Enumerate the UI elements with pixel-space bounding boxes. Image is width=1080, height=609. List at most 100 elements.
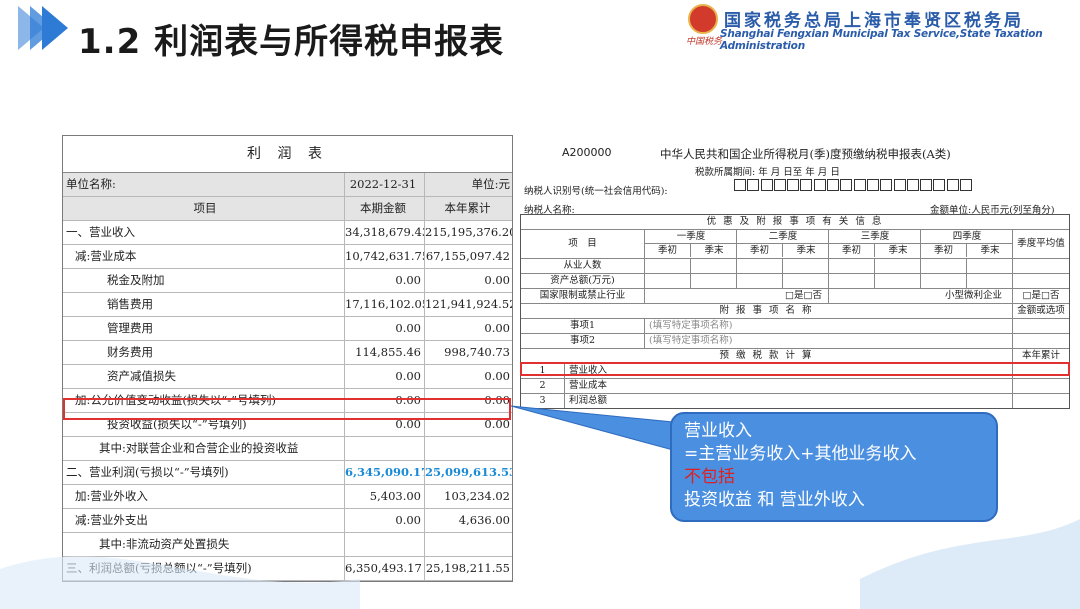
form-period: 税款所属期间: 年 月 日至 年 月 日	[695, 167, 840, 178]
q1-header: 一季度	[645, 230, 736, 244]
table-row: 销售费用 17,116,102.05 121,941,924.52	[63, 293, 512, 317]
table-row: 二、营业利润(亏损以“-”号填列) 6,345,090.17 25,099,613.…	[63, 461, 512, 485]
avg-label: 季度平均值	[1017, 238, 1065, 249]
section1-title: 优 惠 及 附 报 事 项 有 关 信 息	[706, 216, 884, 227]
item1-hint[interactable]: (填写特定事项名称)	[645, 319, 1013, 333]
q2-end: 季末	[796, 245, 816, 256]
id-digit-box[interactable]	[787, 179, 800, 191]
id-digit-box[interactable]	[853, 179, 866, 191]
id-digit-box[interactable]	[920, 179, 933, 191]
item2-label: 事项2	[521, 334, 645, 348]
id-digit-box[interactable]	[760, 179, 773, 191]
taxpayer-id-label: 纳税人识别号(统一社会信用代码):	[524, 186, 668, 197]
row-ytd-amount: 0.00	[484, 369, 510, 383]
row-label: 资产减值损失	[63, 365, 345, 388]
row-label: 财务费用	[63, 341, 345, 364]
row-ytd-amount: 0.00	[484, 273, 510, 287]
row-current-amount	[345, 437, 425, 460]
slide-title: 1.2 利润表与所得税申报表	[78, 22, 505, 62]
id-digit-box[interactable]	[880, 179, 893, 191]
wave-decoration	[0, 519, 1080, 609]
row-current-amount: 0.00	[345, 317, 425, 340]
row-current-amount: 10,742,631.75	[345, 245, 425, 268]
amount-option-label: 金额或选项	[1017, 305, 1065, 316]
row-current-amount: 0.00	[345, 269, 425, 292]
table-row: 其中:对联营企业和合营企业的投资收益	[63, 437, 512, 461]
taxpayer-id-boxes	[734, 179, 973, 191]
row-ytd-amount: 25,099,613.53	[425, 465, 512, 479]
row-ytd-amount: 121,941,924.52	[425, 297, 512, 311]
statement-date: 2022-12-31	[345, 173, 425, 196]
q1-end: 季末	[704, 245, 724, 256]
q4-end: 季末	[980, 245, 1000, 256]
q2-header: 二季度	[737, 230, 828, 244]
row-label: 管理费用	[63, 317, 345, 340]
id-digit-box[interactable]	[906, 179, 919, 191]
table-row: 税金及附加 0.00 0.00	[63, 269, 512, 293]
row-current-amount: 0.00	[345, 365, 425, 388]
q3-start: 季初	[829, 244, 875, 257]
table-row: 管理费用 0.00 0.00	[63, 317, 512, 341]
small-micro-yes-no[interactable]: □是□否	[1013, 289, 1069, 303]
line-number: 2	[521, 379, 565, 393]
currency-unit: 单位:元	[471, 177, 510, 191]
row-label: 销售费用	[63, 293, 345, 316]
row-label: 二、营业利润(亏损以“-”号填列)	[63, 461, 345, 484]
q2-start: 季初	[737, 244, 783, 257]
id-digit-box[interactable]	[960, 179, 973, 191]
restricted-industry-label: 国家限制或禁止行业	[521, 289, 645, 303]
q4-header: 四季度	[921, 230, 1012, 244]
small-micro-label: 小型微利企业	[829, 289, 1013, 303]
item-label: 项 目	[521, 230, 645, 258]
id-digit-box[interactable]	[933, 179, 946, 191]
form-grid: 优 惠 及 附 报 事 项 有 关 信 息 项 目 一季度 季初 季末 二季度 季…	[520, 214, 1070, 409]
row-ytd-amount	[425, 437, 512, 460]
row-label: 一、营业收入	[63, 221, 345, 244]
header-row: 项目 本期金额 本年累计	[63, 197, 512, 221]
row-current-amount: 34,318,679.43	[345, 221, 425, 244]
callout-line2: =主营业务收入+其他业务收入	[684, 444, 917, 464]
row-ytd-amount: 215,195,376.20	[425, 225, 512, 239]
form-title: 中华人民共和国企业所得税月(季)度预缴纳税申报表(A类)	[660, 147, 951, 161]
line-label: 营业成本	[565, 379, 1013, 393]
callout-line3: 不包括	[684, 467, 735, 487]
id-digit-box[interactable]	[747, 179, 760, 191]
id-digit-box[interactable]	[893, 179, 906, 191]
callout-line1: 营业收入	[684, 421, 752, 441]
line-value[interactable]	[1013, 394, 1069, 408]
row-label: 其中:对联营企业和合营企业的投资收益	[63, 437, 345, 460]
row-current-amount: 114,855.46	[345, 341, 425, 364]
restricted-yes-no[interactable]: □是□否	[645, 289, 829, 303]
q4-start: 季初	[921, 244, 967, 257]
emblem-caption: 中国税务	[686, 37, 723, 47]
item2-hint[interactable]: (填写特定事项名称)	[645, 334, 1013, 348]
line-value[interactable]	[1013, 379, 1069, 393]
id-digit-box[interactable]	[866, 179, 879, 191]
id-digit-box[interactable]	[840, 179, 853, 191]
unit-name-label: 单位名称:	[63, 173, 345, 196]
row-label: 减:营业成本	[63, 245, 345, 268]
id-digit-box[interactable]	[813, 179, 826, 191]
id-digit-box[interactable]	[800, 179, 813, 191]
id-digit-box[interactable]	[773, 179, 786, 191]
assets-label: 资产总额(万元)	[521, 274, 645, 288]
income-statement-title: 利 润 表	[63, 136, 512, 173]
row-ytd-amount: 0.00	[484, 321, 510, 335]
ytd-label: 本年累计	[1021, 350, 1060, 361]
id-digit-box[interactable]	[734, 179, 746, 191]
col-header-item: 项目	[63, 197, 345, 220]
id-digit-box[interactable]	[946, 179, 959, 191]
chevron-decoration-icon	[42, 6, 68, 50]
row-current-amount: 6,345,090.17	[345, 461, 425, 484]
id-digit-box[interactable]	[827, 179, 840, 191]
q3-header: 三季度	[829, 230, 920, 244]
item1-label: 事项1	[521, 319, 645, 333]
row-ytd-amount: 67,155,097.42	[425, 249, 510, 263]
section2-title: 附 报 事 项 名 称	[521, 304, 1013, 318]
org-name-en: Shanghai Fengxian Municipal Tax Service,…	[720, 28, 1043, 52]
table-row: 资产减值损失 0.00 0.00	[63, 365, 512, 389]
form-line-row: 2 营业成本	[521, 379, 1069, 394]
unit-row: 单位名称: 2022-12-31 单位:元	[63, 173, 512, 197]
employees-label: 从业人数	[521, 259, 645, 273]
row-ytd-amount: 998,740.73	[444, 345, 510, 359]
